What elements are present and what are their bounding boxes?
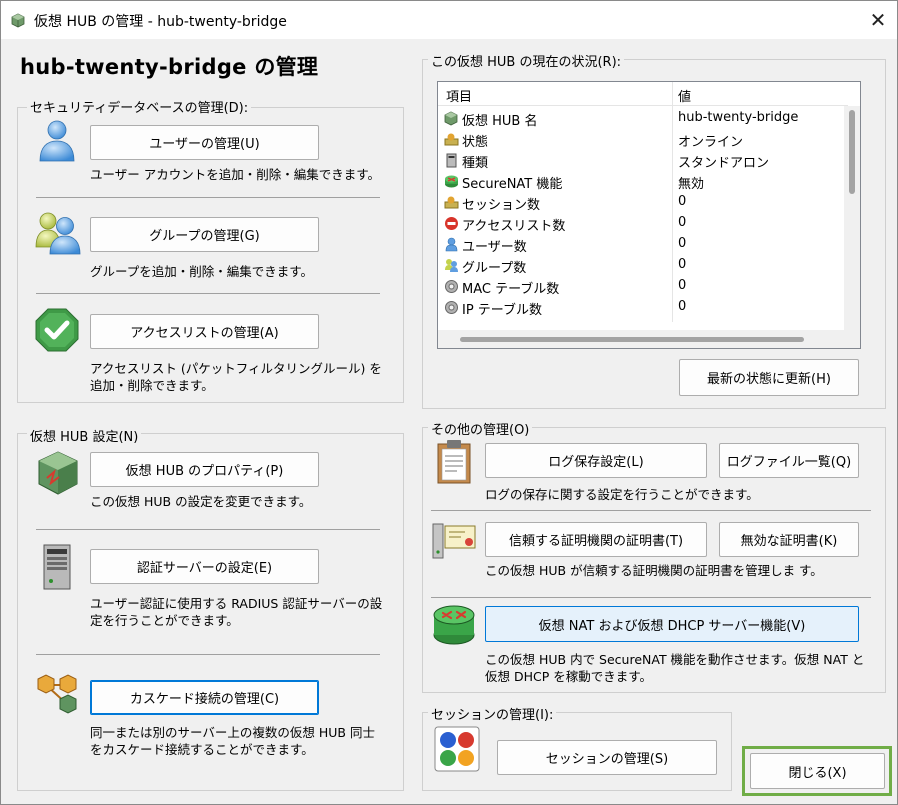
status-list-view[interactable]: 項目 値 仮想 HUB 名 hub-twenty-bridge 状態 オンライン種類 ス… <box>437 81 861 349</box>
cascade-description: 同一または別のサーバー上の複数の仮想 HUB 同士をカスケード接続することができ… <box>90 725 375 757</box>
scrollbar-corner <box>844 330 860 348</box>
table-row[interactable]: MAC テーブル数 0 <box>438 276 848 297</box>
user-manage-description: ユーザー アカウントを追加・削除・編集できます。 <box>90 167 380 182</box>
status-group-label: この仮想 HUB の現在の状況(R): <box>428 51 625 70</box>
server-type-icon <box>446 153 457 168</box>
status-icon <box>444 133 459 146</box>
separator <box>36 197 380 198</box>
cascade-icon <box>37 674 77 714</box>
separator <box>431 510 871 511</box>
log-settings-description: ログの保存に関する設定を行うことができます。 <box>485 487 759 502</box>
separator <box>36 293 380 294</box>
table-row[interactable]: セッション数 0 <box>438 192 848 213</box>
column-header-item[interactable]: 項目 <box>446 86 472 105</box>
table-row[interactable]: アクセスリスト数 0 <box>438 213 848 234</box>
table-row[interactable]: 仮想 HUB 名 hub-twenty-bridge <box>438 108 848 129</box>
access-list-button[interactable]: アクセスリストの管理(A) <box>90 314 319 349</box>
row-item: MAC テーブル数 <box>462 282 560 297</box>
security-group-label: セキュリティデータベースの管理(D): <box>27 97 252 116</box>
cascade-button[interactable]: カスケード接続の管理(C) <box>90 680 319 715</box>
refresh-status-button[interactable]: 最新の状態に更新(H) <box>679 359 859 396</box>
separator <box>36 529 380 530</box>
table-row[interactable]: グループ数 0 <box>438 255 848 276</box>
securenat-button[interactable]: 仮想 NAT および仮想 DHCP サーバー機能(V) <box>485 606 859 642</box>
auth-server-description: ユーザー認証に使用する RADIUS 認証サーバーの設定を行うことができます。 <box>90 596 383 628</box>
row-item: グループ数 <box>462 261 527 276</box>
access-list-icon <box>445 217 458 230</box>
vertical-scrollbar[interactable] <box>844 106 860 330</box>
hub-settings-group-label: 仮想 HUB 設定(N) <box>27 426 142 445</box>
separator <box>36 654 380 655</box>
gear-icon <box>445 301 458 314</box>
auth-server-button[interactable]: 認証サーバーの設定(E) <box>90 549 319 584</box>
table-row[interactable]: ユーザー数 0 <box>438 234 848 255</box>
log-files-button[interactable]: ログファイル一覧(Q) <box>719 443 859 478</box>
log-settings-button[interactable]: ログ保存設定(L) <box>485 443 707 478</box>
column-header-value[interactable]: 値 <box>678 86 691 105</box>
securenat-icon <box>445 175 458 188</box>
group-icon <box>35 212 81 255</box>
hub-icon <box>11 13 25 28</box>
hub-properties-button[interactable]: 仮想 HUB のプロパティ(P) <box>90 452 319 487</box>
session-group-label: セッションの管理(I): <box>428 704 557 723</box>
table-row[interactable]: IP テーブル数 0 <box>438 297 848 318</box>
securenat-description: この仮想 HUB 内で SecureNAT 機能を動作させます。仮想 NAT と… <box>485 652 865 684</box>
gear-icon <box>445 280 458 293</box>
session-icon <box>434 726 480 772</box>
row-value: 0 <box>678 194 687 209</box>
group-icon <box>445 259 458 272</box>
user-icon <box>445 237 458 252</box>
row-value: hub-twenty-bridge <box>678 110 799 125</box>
hub-icon <box>444 111 458 126</box>
hub-properties-description: この仮想 HUB の設定を変更できます。 <box>90 494 312 509</box>
access-list-description: アクセスリスト (パケットフィルタリングルール) を追加・削除できます。 <box>90 361 382 393</box>
table-row[interactable]: 種類 スタンドアロン <box>438 150 848 171</box>
hub-manager-window: 仮想 HUB の管理 - hub-twenty-bridge ✕ hub-twe… <box>0 0 898 805</box>
window-title: 仮想 HUB の管理 - hub-twenty-bridge <box>34 14 287 30</box>
page-title: hub-twenty-bridge の管理 <box>20 55 319 79</box>
row-item: ユーザー数 <box>462 240 527 255</box>
checkmark-shield-icon <box>35 308 79 352</box>
table-row[interactable]: SecureNAT 機能 無効 <box>438 171 848 192</box>
row-item: アクセスリスト数 <box>462 219 566 234</box>
row-item: SecureNAT 機能 <box>462 177 563 192</box>
row-value: 0 <box>678 299 687 314</box>
user-manage-button[interactable]: ユーザーの管理(U) <box>90 125 319 160</box>
invalid-cert-button[interactable]: 無効な証明書(K) <box>719 522 859 557</box>
row-item: IP テーブル数 <box>462 303 543 318</box>
row-item: 状態 <box>462 135 489 150</box>
row-value: オンライン <box>678 135 744 150</box>
certificate-icon <box>432 523 476 559</box>
row-value: スタンドアロン <box>678 156 770 171</box>
scrollbar-thumb[interactable] <box>849 110 855 194</box>
group-manage-description: グループを追加・削除・編集できます。 <box>90 264 314 279</box>
close-button[interactable]: 閉じる(X) <box>750 753 885 789</box>
scrollbar-thumb[interactable] <box>460 337 804 342</box>
hub-properties-icon <box>38 451 78 495</box>
table-row[interactable]: 状態 オンライン <box>438 129 848 150</box>
row-value: 0 <box>678 278 687 293</box>
horizontal-scrollbar[interactable] <box>438 330 844 348</box>
user-icon <box>39 120 75 162</box>
row-value: 0 <box>678 236 687 251</box>
row-item: 仮想 HUB 名 <box>462 114 538 129</box>
clipboard-icon <box>437 440 471 484</box>
group-manage-button[interactable]: グループの管理(G) <box>90 217 319 252</box>
trusted-ca-description: この仮想 HUB が信頼する証明機関の証明書を管理しま す。 <box>485 563 823 578</box>
list-header: 項目 値 <box>438 82 848 106</box>
title-bar: 仮想 HUB の管理 - hub-twenty-bridge ✕ <box>1 1 897 39</box>
session-icon <box>444 196 459 209</box>
row-item: セッション数 <box>462 198 541 213</box>
router-icon <box>433 605 475 645</box>
server-icon <box>43 544 71 590</box>
session-manage-button[interactable]: セッションの管理(S) <box>497 740 717 775</box>
row-item: 種類 <box>462 156 489 171</box>
row-value: 0 <box>678 215 687 230</box>
row-value: 0 <box>678 257 687 272</box>
close-icon[interactable]: ✕ <box>863 5 893 35</box>
other-management-group-label: その他の管理(O) <box>428 419 533 438</box>
row-value: 無効 <box>678 177 705 192</box>
separator <box>431 597 871 598</box>
trusted-ca-button[interactable]: 信頼する証明機関の証明書(T) <box>485 522 707 557</box>
